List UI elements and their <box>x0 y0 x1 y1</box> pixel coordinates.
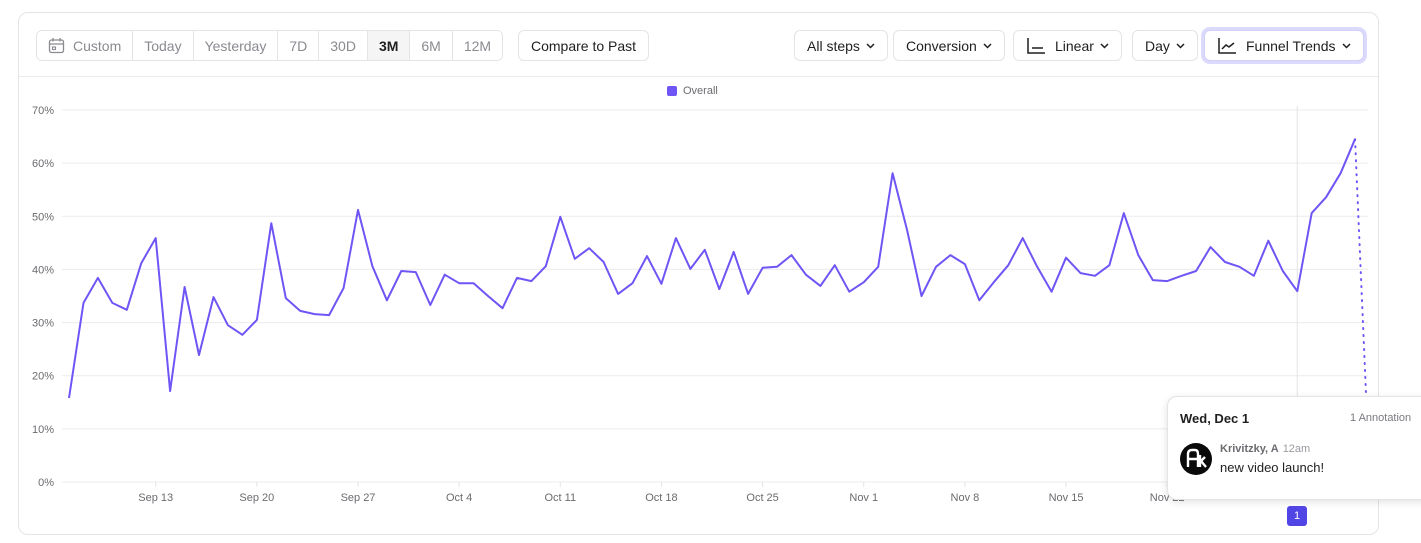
x-tick-label: Sep 20 <box>239 492 274 504</box>
annotation-text: new video launch! <box>1220 460 1325 475</box>
y-tick-label: 60% <box>32 158 54 170</box>
series-line-overall[interactable] <box>68 138 1356 399</box>
y-tick-label: 10% <box>32 424 54 436</box>
partial-period-line <box>1354 138 1368 396</box>
x-tick-label: Sep 27 <box>341 492 376 504</box>
x-tick-label: Oct 25 <box>746 492 778 504</box>
y-tick-label: 20% <box>32 371 54 383</box>
annotation-count: 1 Annotation <box>1350 412 1412 424</box>
author-name: Krivitzky, A <box>1220 443 1279 455</box>
y-tick-label: 40% <box>32 264 54 276</box>
x-tick-label: Nov 15 <box>1049 492 1084 504</box>
y-tick-label: 50% <box>32 211 54 223</box>
x-tick-label: Nov 8 <box>951 492 980 504</box>
annotation-time: 12am <box>1282 443 1311 455</box>
x-tick-label: Oct 18 <box>645 492 677 504</box>
annotation-tooltip: Wed, Dec 1 1 Annotation Krivitzky, A 12am… <box>1167 396 1421 500</box>
y-axis-ticks: 0% 10% 20% 30% 40% 50% 60% 70% <box>32 105 54 489</box>
series-overall <box>68 138 1368 399</box>
y-tick-label: 70% <box>32 105 54 117</box>
annotation-author: Krivitzky, A 12am <box>1220 443 1310 455</box>
annotation-date: Wed, Dec 1 <box>1180 411 1250 426</box>
x-tick-label: Sep 13 <box>138 492 173 504</box>
annotation-marker[interactable]: 1 <box>1287 506 1307 526</box>
x-tick-label: Nov 1 <box>849 492 878 504</box>
y-tick-label: 30% <box>32 318 54 330</box>
x-axis-ticks: Sep 13 Sep 20 Sep 27 Oct 4 Oct 11 Oct 18 Oct 2… <box>138 482 1185 504</box>
avatar <box>1180 443 1212 475</box>
x-tick-label: Oct 4 <box>446 492 472 504</box>
x-tick-label: Oct 11 <box>545 492 577 504</box>
y-tick-label: 0% <box>38 477 54 489</box>
author-avatar-icon <box>1186 448 1207 468</box>
